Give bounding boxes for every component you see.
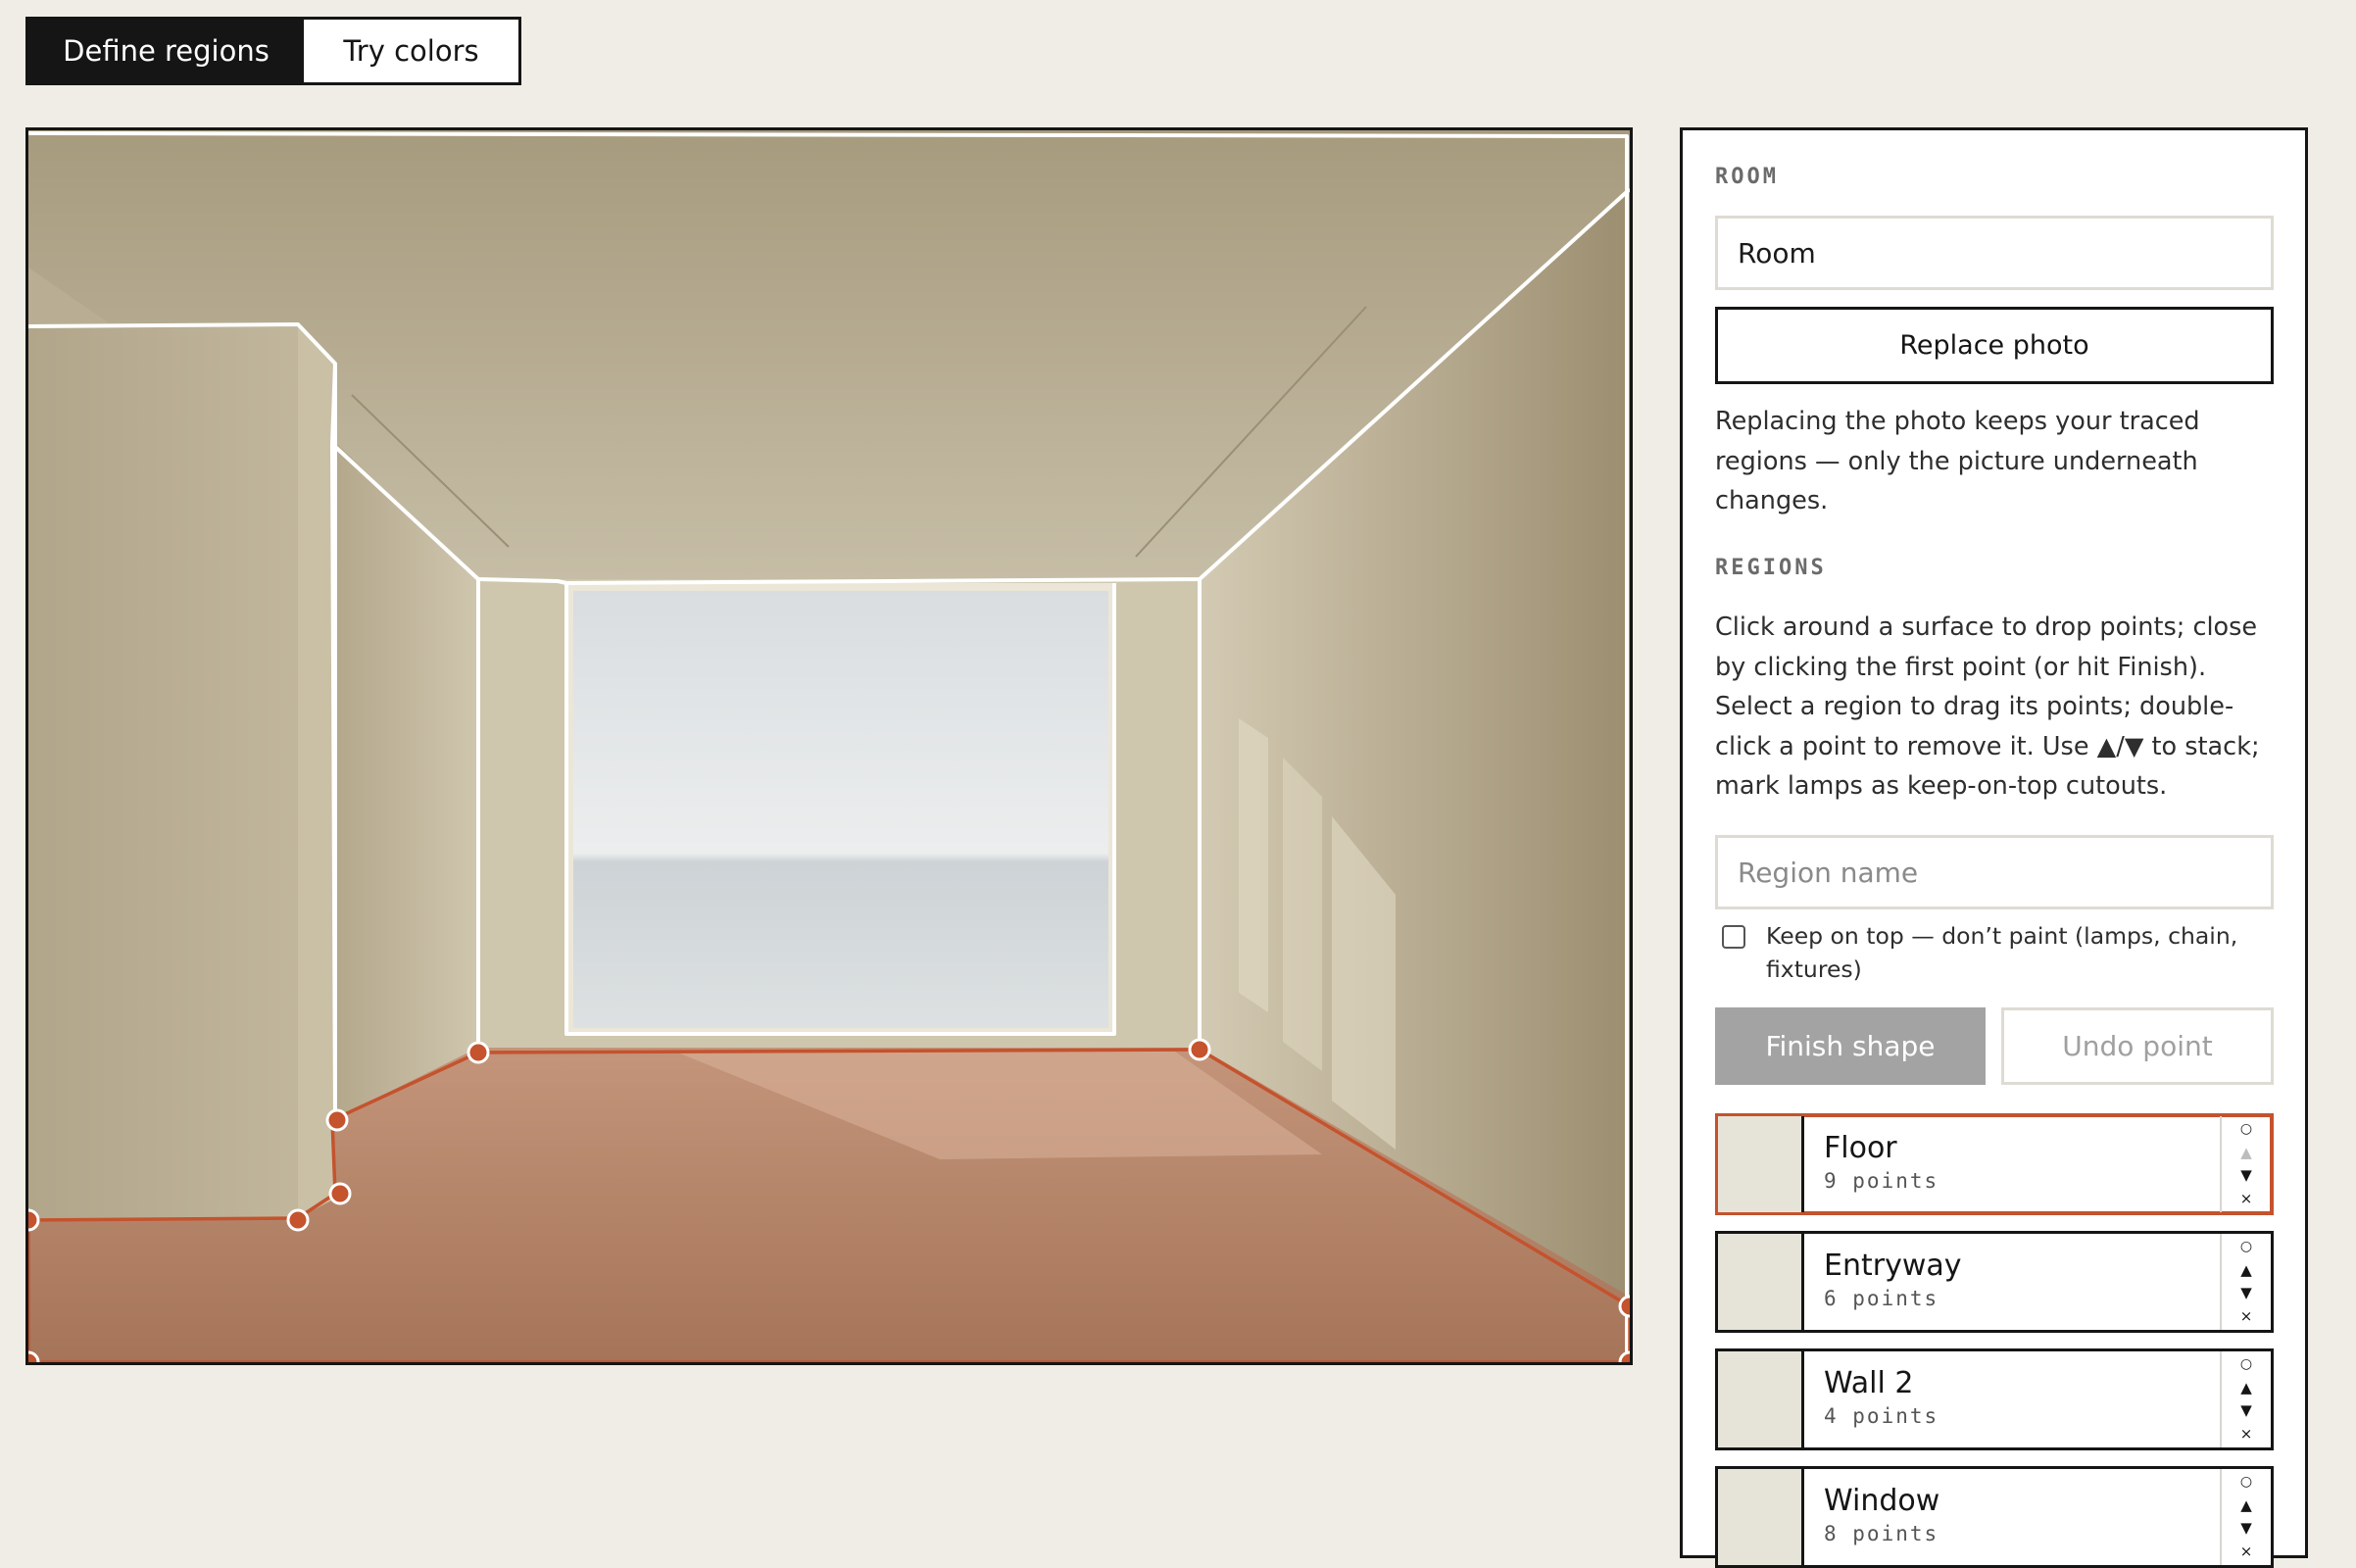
region-point-count: 9 points	[1824, 1169, 1939, 1193]
region-card-entryway[interactable]: Entryway 6 points ○ ▲ ▼ ×	[1715, 1231, 2274, 1333]
region-point-count: 6 points	[1824, 1287, 1939, 1310]
room-photo[interactable]	[28, 130, 1630, 1362]
region-swatch[interactable]	[1718, 1234, 1804, 1330]
room-section-label: ROOM	[1715, 165, 1779, 189]
region-controls: ○ ▲ ▼ ×	[2220, 1351, 2271, 1447]
region-info: Floor 9 points	[1804, 1116, 2220, 1212]
region-info: Entryway 6 points	[1804, 1234, 2220, 1330]
delete-icon[interactable]: ×	[2240, 1541, 2253, 1562]
regions-section-label: REGIONS	[1715, 556, 1827, 580]
replace-photo-button[interactable]: Replace photo	[1715, 307, 2274, 384]
region-card-window[interactable]: Window 8 points ○ ▲ ▼ ×	[1715, 1466, 2274, 1568]
move-up-icon[interactable]: ▲	[2240, 1494, 2252, 1516]
region-name: Entryway	[1824, 1249, 1962, 1283]
move-up-icon[interactable]: ▲	[2240, 1142, 2252, 1163]
keep-on-top-label: Keep on top — don’t paint (lamps, chain,…	[1766, 922, 2238, 983]
delete-icon[interactable]: ×	[2240, 1423, 2253, 1445]
region-name: Wall 2	[1824, 1366, 1914, 1400]
region-info: Window 8 points	[1804, 1469, 2220, 1565]
undo-point-button[interactable]: Undo point	[2001, 1007, 2274, 1085]
move-down-icon[interactable]: ▼	[2240, 1400, 2252, 1422]
solo-icon[interactable]: ○	[2240, 1237, 2252, 1258]
solo-icon[interactable]: ○	[2240, 1119, 2252, 1141]
region-swatch[interactable]	[1718, 1469, 1804, 1565]
solo-icon[interactable]: ○	[2240, 1354, 2252, 1376]
region-swatch[interactable]	[1718, 1351, 1804, 1447]
region-name-input[interactable]	[1715, 835, 2274, 909]
finish-shape-button[interactable]: Finish shape	[1715, 1007, 1986, 1085]
keep-on-top-checkbox[interactable]	[1722, 925, 1745, 949]
region-controls: ○ ▲ ▼ ×	[2220, 1116, 2271, 1212]
region-name: Floor	[1824, 1131, 1897, 1165]
side-panel: ROOM Replace photo Replacing the photo k…	[1680, 127, 2308, 1568]
region-controls: ○ ▲ ▼ ×	[2220, 1469, 2271, 1565]
region-info: Wall 2 4 points	[1804, 1351, 2220, 1447]
delete-icon[interactable]: ×	[2240, 1305, 2253, 1327]
mode-tabs: Define regions Try colors	[25, 17, 521, 85]
move-up-icon[interactable]: ▲	[2240, 1259, 2252, 1281]
region-name: Window	[1824, 1484, 1940, 1518]
region-card-wall-2[interactable]: Wall 2 4 points ○ ▲ ▼ ×	[1715, 1348, 2274, 1450]
room-name-input[interactable]	[1715, 216, 2274, 290]
move-up-icon[interactable]: ▲	[2240, 1377, 2252, 1398]
delete-icon[interactable]: ×	[2240, 1188, 2253, 1209]
tab-try-colors[interactable]: Try colors	[304, 20, 518, 82]
replace-help-text: Replacing the photo keeps your traced re…	[1715, 407, 2200, 515]
region-card-floor[interactable]: Floor 9 points ○ ▲ ▼ ×	[1715, 1113, 2274, 1215]
region-point-count: 8 points	[1824, 1522, 1939, 1545]
region-controls: ○ ▲ ▼ ×	[2220, 1234, 2271, 1330]
region-point-count: 4 points	[1824, 1404, 1939, 1428]
tab-define-regions[interactable]: Define regions	[28, 20, 304, 82]
regions-help-text: Click around a surface to drop points; c…	[1715, 612, 2260, 801]
photo-canvas[interactable]	[25, 127, 1633, 1365]
solo-icon[interactable]: ○	[2240, 1472, 2252, 1494]
keep-on-top-row: Keep on top — don’t paint (lamps, chain,…	[1722, 919, 2290, 986]
move-down-icon[interactable]: ▼	[2240, 1283, 2252, 1304]
move-down-icon[interactable]: ▼	[2240, 1165, 2252, 1187]
region-swatch[interactable]	[1718, 1116, 1804, 1212]
